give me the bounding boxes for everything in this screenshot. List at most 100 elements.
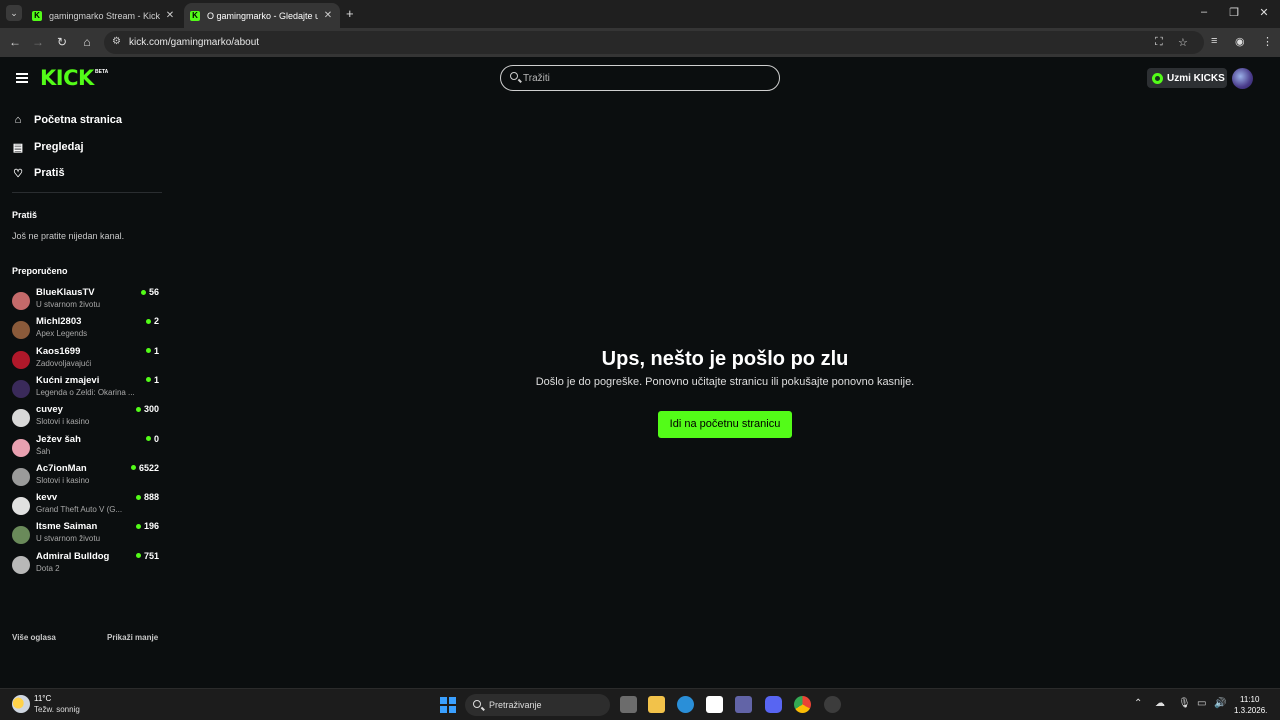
weather-temperature[interactable]: 11°C bbox=[34, 694, 51, 703]
sidebar-item-label: Početna stranica bbox=[34, 114, 123, 126]
heart-icon: ♡ bbox=[13, 167, 23, 180]
user-avatar[interactable] bbox=[1232, 68, 1253, 89]
channel-avatar bbox=[12, 321, 30, 340]
channel-name: Michl2803 bbox=[36, 316, 82, 328]
back-arrow-icon[interactable]: ← bbox=[8, 35, 22, 49]
cloud-icon[interactable]: ☁ bbox=[1155, 698, 1165, 709]
get-kicks-button[interactable]: Uzmi KICKS bbox=[1147, 68, 1227, 88]
error-title: Ups, nešto je pošlo po zlu bbox=[601, 348, 849, 370]
tab-search-icon[interactable]: ≡ bbox=[1211, 35, 1217, 47]
channel-category: U stvarnom životu bbox=[36, 534, 101, 544]
clock-date[interactable]: 1.3.2026. bbox=[1234, 706, 1267, 715]
file-explorer-icon[interactable] bbox=[648, 696, 665, 713]
channel-avatar bbox=[12, 292, 30, 310]
recommended-channel-row[interactable]: Ježev šah Šah 0 bbox=[12, 434, 159, 460]
search-input[interactable] bbox=[523, 70, 763, 86]
tab-list-chevron-down-icon[interactable]: ⌄ bbox=[6, 5, 22, 21]
viewer-count: 56 bbox=[140, 287, 159, 297]
kebab-menu-icon[interactable]: ⋮ bbox=[1262, 35, 1273, 48]
reload-icon[interactable]: ↻ bbox=[55, 35, 69, 49]
show-more-ads-link[interactable]: Više oglasa bbox=[12, 633, 56, 642]
channel-name: Ac7ionMan bbox=[36, 462, 87, 474]
url-text[interactable]: kick.com/gamingmarko/about bbox=[129, 37, 259, 48]
minimize-icon[interactable]: – bbox=[1197, 6, 1211, 18]
recommended-channel-row[interactable]: cuvey Slotovi i kasino 300 bbox=[12, 404, 159, 430]
live-dot-icon bbox=[135, 553, 141, 559]
recommended-channel-row[interactable]: Ac7ionMan Slotovi i kasino 6522 bbox=[12, 463, 159, 489]
site-info-icon[interactable]: ⚙ bbox=[112, 36, 121, 47]
sidebar-item-label: Pregledaj bbox=[34, 141, 84, 153]
weather-icon[interactable] bbox=[12, 695, 30, 713]
viewer-count-value: 1 bbox=[153, 374, 159, 385]
hamburger-menu-icon[interactable] bbox=[16, 73, 28, 83]
recommended-channel-row[interactable]: Itsme Saiman U stvarnom životu 196 bbox=[12, 521, 159, 547]
discord-icon[interactable] bbox=[765, 696, 782, 713]
microphone-icon[interactable]: 🎙 bbox=[1178, 698, 1191, 709]
start-windows-icon[interactable] bbox=[440, 697, 456, 713]
channel-category: U stvarnom životu bbox=[36, 300, 101, 309]
app-icon[interactable] bbox=[824, 696, 841, 713]
channel-name: BlueKlausTV bbox=[36, 287, 95, 298]
channel-name: cuvey bbox=[36, 404, 63, 416]
channel-name: Kaos1699 bbox=[36, 345, 81, 357]
recommended-channel-row[interactable]: kevv Grand Theft Auto V (G... 888 bbox=[12, 492, 159, 518]
channel-avatar bbox=[12, 379, 30, 398]
recommended-channel-row[interactable]: Michl2803 Apex Legends 2 bbox=[12, 316, 159, 342]
viewer-count: 751 bbox=[135, 551, 159, 561]
recommended-channel-row[interactable]: Kaos1699 Zadovoljavajući 1 bbox=[12, 346, 159, 372]
sidebar-item-home[interactable]: ⌂ Početna stranica bbox=[12, 111, 122, 129]
task-view-icon[interactable] bbox=[620, 696, 637, 713]
browser-tab-about[interactable]: K O gamingmarko - Gledajte uživ ✕ bbox=[184, 3, 340, 28]
following-section-title: Pratiš bbox=[12, 210, 38, 220]
viewer-count-value: 888 bbox=[143, 492, 159, 503]
sidebar: ⌂ Početna stranica ▤ Pregledaj ♡ Pratiš … bbox=[0, 105, 168, 665]
taskbar-search-label: Pretraživanje bbox=[489, 700, 542, 710]
volume-icon[interactable]: 🔊 bbox=[1214, 698, 1226, 709]
recommended-channel-row[interactable]: BlueKlausTV U stvarnom životu 56 bbox=[12, 287, 159, 313]
display-icon[interactable]: ▭ bbox=[1197, 698, 1206, 709]
live-dot-icon bbox=[145, 377, 151, 383]
profile-icon[interactable]: ◉ bbox=[1235, 35, 1245, 48]
search-bar[interactable] bbox=[500, 65, 780, 91]
channel-name: kevv bbox=[36, 492, 58, 504]
edge-browser-icon[interactable] bbox=[677, 696, 694, 713]
viewer-count: 0 bbox=[145, 434, 159, 444]
sidebar-item-browse[interactable]: ▤ Pregledaj bbox=[12, 138, 84, 156]
viewer-count: 6522 bbox=[130, 463, 159, 473]
address-bar[interactable]: ⚙ kick.com/gamingmarko/about ⛶ ☆ bbox=[104, 31, 1204, 54]
bookmark-star-icon[interactable]: ☆ bbox=[1178, 36, 1188, 49]
home-icon[interactable]: ⌂ bbox=[80, 35, 94, 49]
kick-logo[interactable]: KICK bbox=[40, 66, 94, 90]
tab-title: O gamingmarko - Gledajte uživ bbox=[207, 10, 318, 21]
tab-close-icon[interactable]: ✕ bbox=[322, 10, 334, 21]
recommended-channel-row[interactable]: Kućni zmajevi Legenda o Zeldi: Okarina ..… bbox=[12, 375, 159, 401]
sidebar-item-label: Pratiš bbox=[34, 167, 65, 179]
maximize-icon[interactable]: ❐ bbox=[1227, 6, 1241, 19]
tab-close-icon[interactable]: ✕ bbox=[164, 10, 176, 21]
channel-name: Itsme Saiman bbox=[36, 521, 98, 533]
chrome-icon[interactable] bbox=[794, 696, 811, 713]
microsoft-store-icon[interactable] bbox=[706, 696, 723, 713]
error-message: Došlo je do pogreške. Ponovno učitajte s… bbox=[535, 376, 915, 388]
new-tab-plus-icon[interactable]: + bbox=[346, 6, 354, 21]
clock-time[interactable]: 11:10 bbox=[1240, 695, 1259, 704]
channel-avatar bbox=[12, 467, 30, 486]
forward-arrow-icon[interactable]: → bbox=[31, 35, 45, 49]
weather-description[interactable]: Težw. sonnig bbox=[34, 705, 80, 714]
recommended-channel-row[interactable]: Admiral Bulldog Dota 2 751 bbox=[12, 551, 159, 577]
go-home-button[interactable]: Idi na početnu stranicu bbox=[658, 411, 792, 438]
sidebar-item-following[interactable]: ♡ Pratiš bbox=[12, 164, 65, 182]
viewer-count: 300 bbox=[135, 404, 159, 414]
show-less-link[interactable]: Prikaži manje bbox=[107, 633, 158, 642]
kicks-coin-icon bbox=[1152, 72, 1163, 84]
tray-chevron-up-icon[interactable]: ⌃ bbox=[1134, 698, 1142, 709]
teams-icon[interactable] bbox=[735, 696, 752, 713]
viewer-count-value: 1 bbox=[153, 345, 159, 356]
live-dot-icon bbox=[135, 406, 141, 412]
translate-icon[interactable]: ⛶ bbox=[1155, 36, 1163, 49]
taskbar-search[interactable]: Pretraživanje bbox=[465, 694, 610, 716]
window-close-icon[interactable]: ✕ bbox=[1257, 6, 1271, 19]
viewer-count: 888 bbox=[135, 492, 159, 503]
viewer-count: 1 bbox=[145, 345, 159, 356]
browser-tab-stream[interactable]: K gamingmarko Stream - Kick Da ✕ bbox=[26, 3, 182, 28]
